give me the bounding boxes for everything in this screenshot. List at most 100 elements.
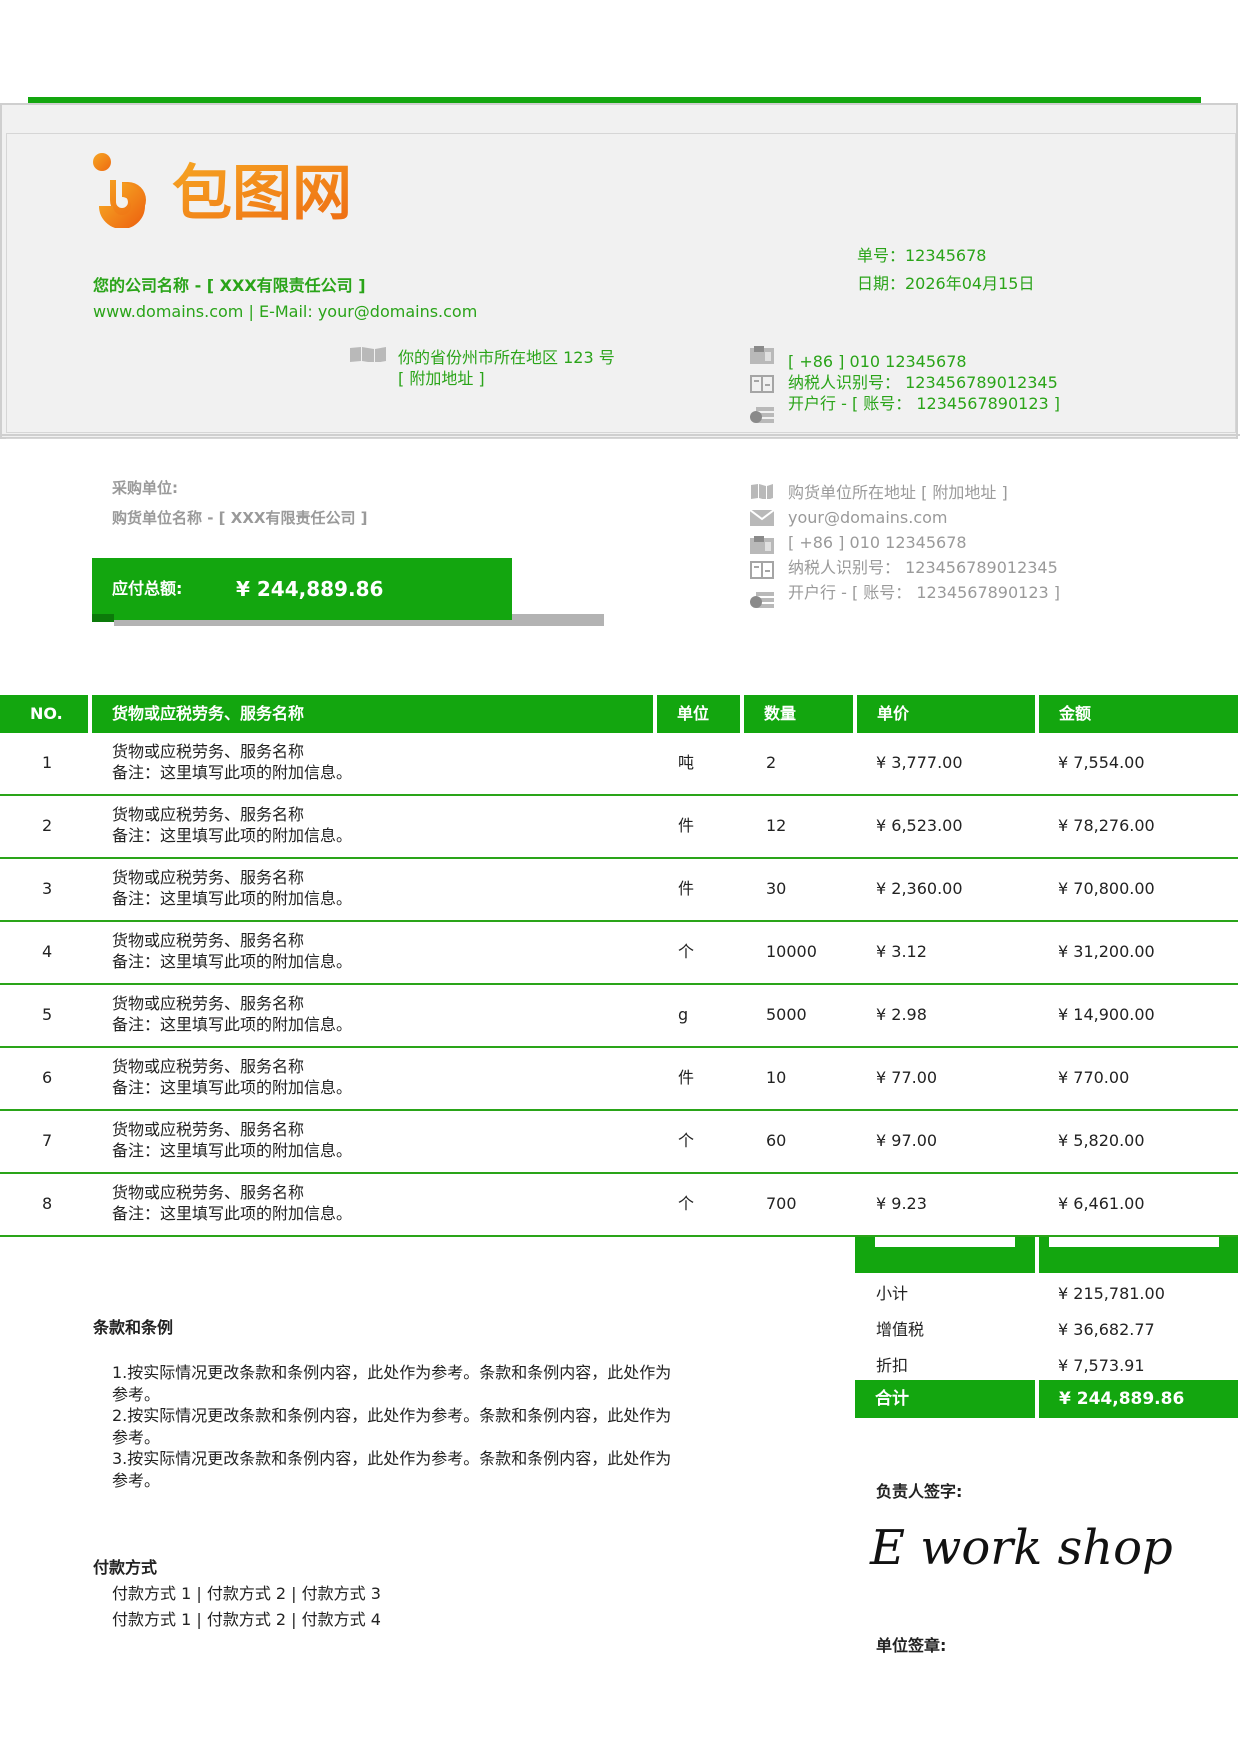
- cell-qty: 10: [766, 1068, 787, 1087]
- logo-text: 包图网: [172, 159, 352, 228]
- cell-name: 货物或应税劳务、服务名称: [112, 1120, 305, 1139]
- terms-item-1: 1.按实际情况更改条款和条例内容，此处作为参考。条款和条例内容，此处作为参考。: [112, 1363, 672, 1404]
- cell-name: 货物或应税劳务、服务名称: [112, 1183, 305, 1202]
- handwritten-signature: E work shop: [869, 1520, 1173, 1576]
- svg-text:E work shop: E work shop: [869, 1520, 1173, 1576]
- cell-note: 备注：这里填写此项的附加信息。: [112, 1204, 353, 1223]
- cell-unit: 个: [678, 1131, 695, 1150]
- cell-qty: 60: [766, 1131, 787, 1150]
- table-row: 4 货物或应税劳务、服务名称 备注：这里填写此项的附加信息。 个 10000 ¥ 3.12…: [0, 922, 1238, 985]
- cell-price: ¥ 77.00: [876, 1068, 938, 1087]
- invoice-date: 日期：2026年04月15日: [857, 274, 1035, 293]
- column-header-qty: 数量: [744, 695, 853, 733]
- fax-icon: [750, 536, 774, 554]
- cell-unit: 个: [678, 1194, 695, 1213]
- cell-no: 4: [42, 942, 53, 961]
- cell-note: 备注：这里填写此项的附加信息。: [112, 952, 353, 971]
- cell-amount: ¥ 5,820.00: [1058, 1131, 1145, 1150]
- cell-no: 6: [42, 1068, 53, 1087]
- table-row: 2 货物或应税劳务、服务名称 备注：这里填写此项的附加信息。 件 12 ¥ 6,523.0…: [0, 796, 1238, 859]
- cell-name: 货物或应税劳务、服务名称: [112, 868, 305, 887]
- column-header-amount: 金额: [1039, 695, 1238, 733]
- cell-qty: 2: [766, 753, 777, 772]
- terms-item-3: 3.按实际情况更改条款和条例内容，此处作为参考。条款和条例内容，此处作为参考。: [112, 1449, 672, 1490]
- cell-price: ¥ 2,360.00: [876, 879, 963, 898]
- cash-icon: [750, 407, 774, 423]
- cell-unit: 个: [678, 942, 695, 961]
- amount-due-box: 应付总额: ¥ 244,889.86: [92, 558, 512, 620]
- column-header-no: NO.: [0, 695, 88, 733]
- terms-item-2: 2.按实际情况更改条款和条例内容，此处作为参考。条款和条例内容，此处作为参考。: [112, 1406, 672, 1447]
- buyer-bank: 开户行 - [ 账号： 1234567890123 ]: [788, 583, 1061, 602]
- cell-amount: ¥ 78,276.00: [1058, 816, 1155, 835]
- cell-note: 备注：这里填写此项的附加信息。: [112, 1141, 353, 1160]
- subtotal-value: ¥ 215,781.00: [1058, 1284, 1165, 1303]
- cell-unit: 件: [678, 879, 695, 898]
- cell-qty: 12: [766, 816, 787, 835]
- cell-price: ¥ 2.98: [876, 1005, 927, 1024]
- cell-note: 备注：这里填写此项的附加信息。: [112, 763, 353, 782]
- email-icon: [750, 510, 774, 526]
- id-card-icon: [750, 375, 774, 393]
- cell-unit: 件: [678, 816, 695, 835]
- amount-due-label: 应付总额:: [112, 579, 183, 598]
- cell-unit: 吨: [678, 753, 695, 772]
- map-icon: [350, 347, 386, 362]
- fax-icon: [750, 346, 774, 364]
- payment-title: 付款方式: [93, 1558, 158, 1577]
- buyer-label: 采购单位:: [112, 479, 178, 497]
- cell-note: 备注：这里填写此项的附加信息。: [112, 826, 353, 845]
- grand-total-bar: 合计 ¥ 244,889.86: [855, 1380, 1238, 1418]
- column-header-unit: 单位: [657, 695, 740, 733]
- cell-name: 货物或应税劳务、服务名称: [112, 931, 305, 950]
- cell-amount: ¥ 6,461.00: [1058, 1194, 1145, 1213]
- cell-unit: 件: [678, 1068, 695, 1087]
- column-header-name: 货物或应税劳务、服务名称: [92, 695, 653, 733]
- cell-no: 7: [42, 1131, 53, 1150]
- invoice-number: 单号：12345678: [857, 246, 987, 265]
- vat-value: ¥ 36,682.77: [1058, 1320, 1155, 1339]
- cell-no: 8: [42, 1194, 53, 1213]
- cell-price: ¥ 97.00: [876, 1131, 938, 1150]
- subtotal-label: 小计: [876, 1284, 909, 1303]
- cell-note: 备注：这里填写此项的附加信息。: [112, 889, 353, 908]
- company-web-email: www.domains.com | E-Mail: your@domains.c…: [93, 302, 478, 321]
- company-logo: 包图网: [93, 153, 352, 228]
- payment-methods-line2: 付款方式 1 | 付款方式 2 | 付款方式 4: [112, 1610, 381, 1629]
- cell-no: 1: [42, 753, 53, 772]
- company-name: 您的公司名称 - [ XXX有限责任公司 ]: [93, 276, 366, 295]
- map-icon: [751, 484, 773, 499]
- cell-no: 2: [42, 816, 53, 835]
- cell-note: 备注：这里填写此项的附加信息。: [112, 1078, 353, 1097]
- column-header-price: 单价: [857, 695, 1035, 733]
- cell-name: 货物或应税劳务、服务名称: [112, 742, 305, 761]
- table-row: 6 货物或应税劳务、服务名称备注：这里填写此项的附加信息。 件 10 ¥ 77.00 ¥ …: [0, 1048, 1238, 1111]
- cell-name: 货物或应税劳务、服务名称: [112, 805, 305, 824]
- cell-amount: ¥ 7,554.00: [1058, 753, 1145, 772]
- cell-amount: ¥ 770.00: [1058, 1068, 1130, 1087]
- buyer-tax-id: 纳税人识别号： 123456789012345: [788, 558, 1058, 577]
- buyer-phone: [ +86 ] 010 12345678: [788, 533, 967, 552]
- company-address-line1: 你的省份州市所在地区 123 号: [398, 348, 615, 367]
- cell-amount: ¥ 31,200.00: [1058, 942, 1155, 961]
- vat-label: 增值税: [876, 1320, 925, 1339]
- table-row: 7 货物或应税劳务、服务名称备注：这里填写此项的附加信息。 个 60 ¥ 97.00 ¥ …: [0, 1111, 1238, 1174]
- buyer-email: your@domains.com: [788, 508, 948, 527]
- company-address-line2: [ 附加地址 ]: [398, 369, 485, 388]
- company-bank: 开户行 - [ 账号： 1234567890123 ]: [788, 394, 1061, 413]
- cell-no: 5: [42, 1005, 53, 1024]
- company-phone: [ +86 ] 010 12345678: [788, 352, 967, 371]
- signature-label: 负责人签字:: [876, 1482, 963, 1501]
- table-row: 5 货物或应税劳务、服务名称 备注：这里填写此项的附加信息。 g 5000 ¥ 2.98 ¥…: [0, 985, 1238, 1048]
- discount-label: 折扣: [876, 1356, 909, 1375]
- table-row: 3 货物或应税劳务、服务名称 备注：这里填写此项的附加信息。 件 30 ¥ 2,360.0…: [0, 859, 1238, 922]
- grand-total-value: ¥ 244,889.86: [1039, 1380, 1238, 1418]
- buyer-name: 购货单位名称 - [ XXX有限责任公司 ]: [112, 509, 368, 527]
- cell-note: 备注：这里填写此项的附加信息。: [112, 1015, 353, 1034]
- cell-qty: 30: [766, 879, 787, 898]
- company-tax-id: 纳税人识别号： 123456789012345: [788, 373, 1058, 392]
- table-row: 8 货物或应税劳务、服务名称 备注：这里填写此项的附加信息。 个 700 ¥ 9.23 ¥ …: [0, 1174, 1238, 1237]
- terms-title: 条款和条例: [93, 1318, 174, 1337]
- stamp-label: 单位签章:: [876, 1636, 947, 1655]
- cell-name: 货物或应税劳务、服务名称: [112, 1057, 305, 1076]
